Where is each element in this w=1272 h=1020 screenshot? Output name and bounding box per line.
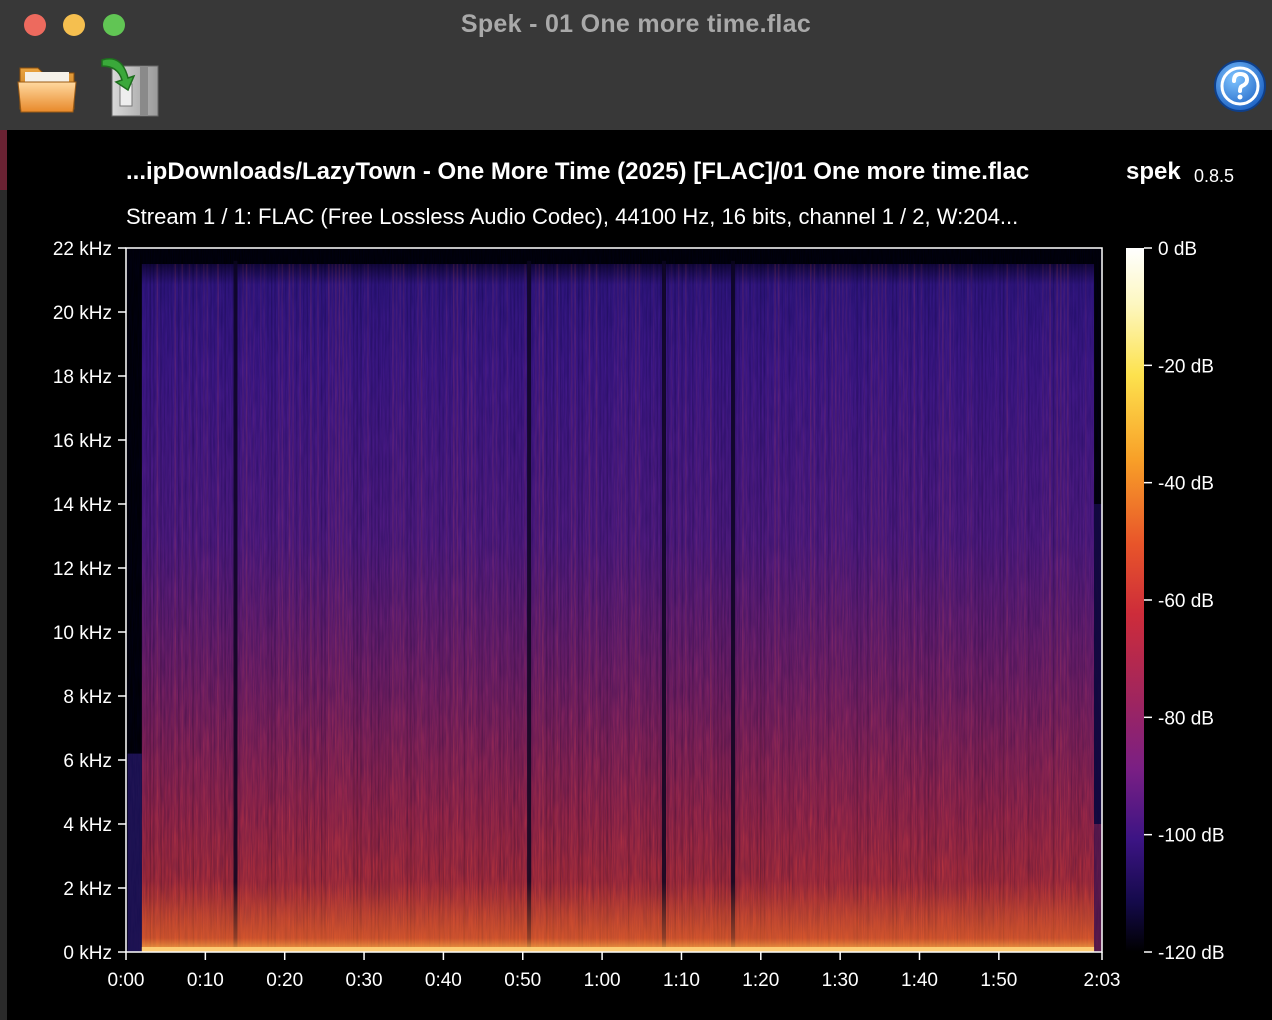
x-tick-label: 0:50 xyxy=(504,970,541,991)
x-tick-label: 0:20 xyxy=(266,970,303,991)
x-tick-label: 2:03 xyxy=(1084,970,1121,991)
dark-gap xyxy=(527,260,532,952)
spectrogram-view: ...ipDownloads/LazyTown - One More Time … xyxy=(7,130,1272,1020)
dark-gap xyxy=(731,260,736,952)
x-tick-label: 1:00 xyxy=(584,970,621,991)
y-tick-label: 16 kHz xyxy=(53,431,112,452)
open-file-button[interactable] xyxy=(16,58,80,116)
colorbar-tick-label: -60 dB xyxy=(1158,591,1214,612)
save-image-icon xyxy=(101,58,159,117)
x-tick-label: 1:40 xyxy=(901,970,938,991)
save-image-button[interactable] xyxy=(96,54,164,118)
x-tick-label: 1:30 xyxy=(822,970,859,991)
x-tick-label: 1:10 xyxy=(663,970,700,991)
colorbar-tick-label: 0 dB xyxy=(1158,239,1197,260)
x-tick-label: 0:40 xyxy=(425,970,462,991)
colorbar-tick-label: -80 dB xyxy=(1158,708,1214,729)
spek-window: Spek - 01 One more time.flac ...ipDownlo… xyxy=(0,0,1272,1020)
y-tick-label: 2 kHz xyxy=(63,879,112,900)
y-tick-label: 18 kHz xyxy=(53,367,112,388)
y-tick-label: 22 kHz xyxy=(53,239,112,260)
x-tick-label: 1:50 xyxy=(980,970,1017,991)
window-title: Spek - 01 One more time.flac xyxy=(460,10,812,38)
y-tick-label: 4 kHz xyxy=(63,815,112,836)
low-frequency-glow xyxy=(141,881,1095,952)
x-tick-label: 0:10 xyxy=(187,970,224,991)
dark-gap xyxy=(233,260,238,952)
help-icon xyxy=(1214,60,1266,112)
spectrogram-plot xyxy=(126,248,1102,952)
y-tick-label: 8 kHz xyxy=(63,687,112,708)
colorbar-tick-label: -40 dB xyxy=(1158,474,1214,495)
y-tick-label: 12 kHz xyxy=(53,559,112,580)
y-tick-label: 10 kHz xyxy=(53,623,112,644)
y-tick-label: 6 kHz xyxy=(63,751,112,772)
x-tick-label: 1:20 xyxy=(742,970,779,991)
title-bar: Spek - 01 One more time.flac xyxy=(0,0,1272,131)
help-button[interactable] xyxy=(1213,58,1267,114)
y-tick-label: 0 kHz xyxy=(63,943,112,964)
background-window-strip xyxy=(0,130,7,1020)
colorbar: 0 dB -20 dB -40 dB -60 dB -80 dB -100 dB -120 … xyxy=(1126,239,1225,964)
y-tick-label: 20 kHz xyxy=(53,303,112,324)
folder-open-icon xyxy=(17,67,77,113)
colorbar-tick-label: -120 dB xyxy=(1158,943,1225,964)
colorbar-tick-label: -100 dB xyxy=(1158,826,1225,847)
bass-line xyxy=(141,947,1095,951)
x-tick-label: 0:00 xyxy=(108,970,145,991)
spectrogram-chart: 0 kHz 2 kHz 4 kHz 6 kHz 8 kHz 10 kHz 12 kHz 14 … xyxy=(53,239,1225,991)
y-tick-label: 14 kHz xyxy=(53,495,112,516)
dark-gap xyxy=(661,260,666,952)
colorbar-gradient xyxy=(1126,248,1144,952)
x-tick-label: 0:30 xyxy=(346,970,383,991)
colorbar-tick-label: -20 dB xyxy=(1158,356,1214,377)
grain-overlay xyxy=(126,248,1102,952)
